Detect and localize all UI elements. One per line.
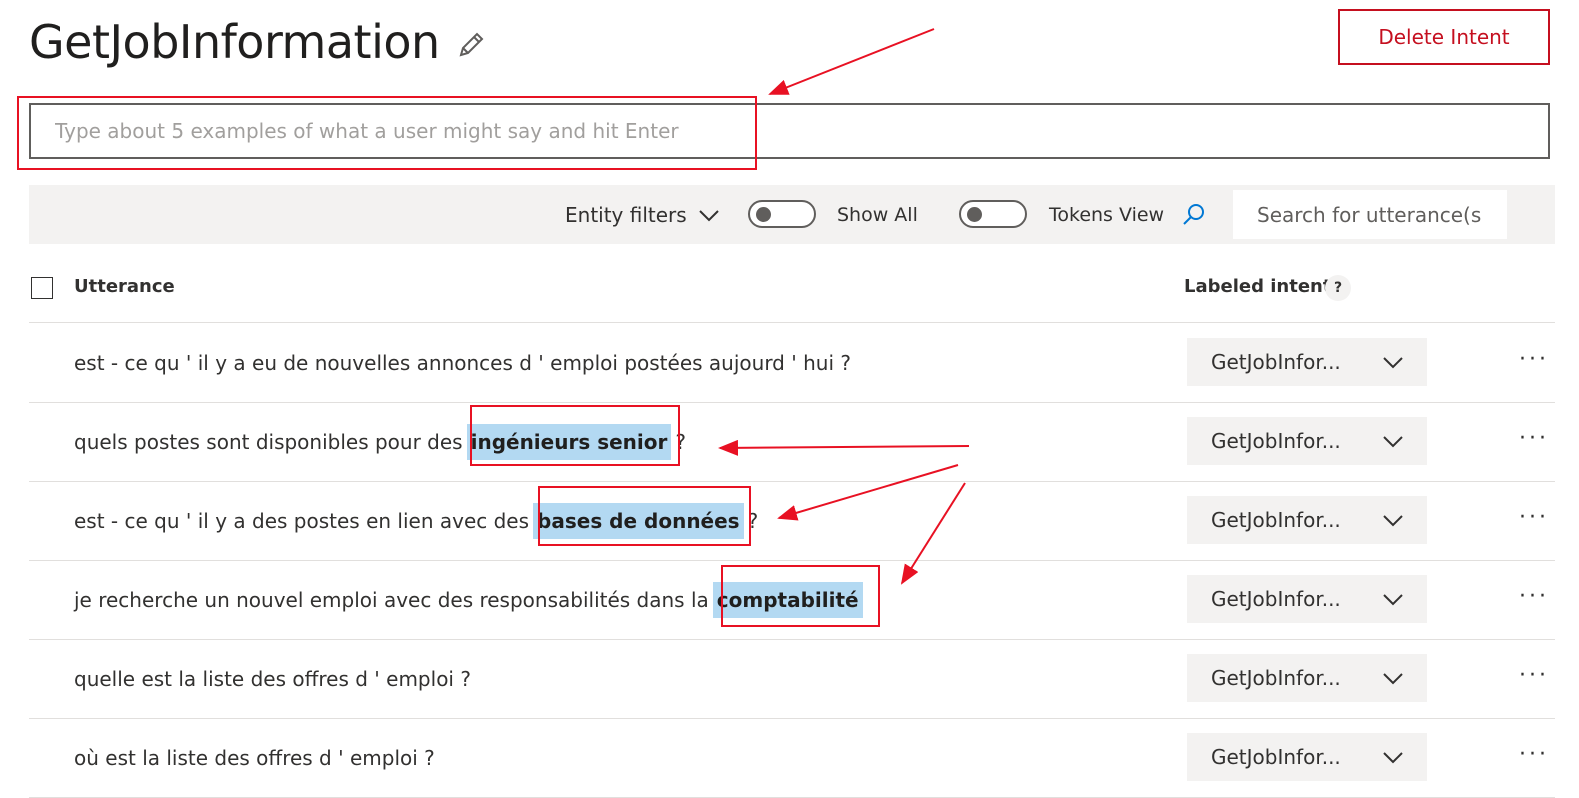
labeled-intent-dropdown[interactable]: GetJobInfor... (1187, 575, 1427, 623)
toggle-knob (756, 207, 771, 222)
chevron-down-icon (1383, 594, 1403, 606)
utterance-search-input[interactable] (1233, 190, 1507, 239)
labeled-intent-dropdown[interactable]: GetJobInfor... (1187, 496, 1427, 544)
utterance-text: est - ce qu ' il y a des postes en lien … (74, 481, 758, 560)
utterance-toolbar: Entity filters Show All Tokens View (29, 185, 1555, 244)
labeled-intent-dropdown[interactable]: GetJobInfor... (1187, 733, 1427, 781)
intent-value: GetJobInfor... (1211, 429, 1341, 453)
more-options-icon[interactable]: ··· (1519, 742, 1549, 767)
example-utterance-input[interactable] (29, 103, 1550, 159)
tokens-view-toggle[interactable] (959, 200, 1027, 228)
more-options-icon[interactable]: ··· (1519, 663, 1549, 688)
labeled-intent-dropdown[interactable]: GetJobInfor... (1187, 654, 1427, 702)
entity-label[interactable]: bases de données (533, 502, 744, 539)
table-row: est - ce qu ' il y a des postes en lien … (29, 481, 1555, 561)
utterance-segment: ? (747, 508, 759, 533)
labeled-intent-column-header: Labeled intent (1184, 276, 1332, 297)
entity-filters-label: Entity filters (565, 202, 687, 227)
utterance-text: quelle est la liste des offres d ' emplo… (74, 639, 471, 718)
chevron-down-icon (1383, 515, 1403, 527)
intent-value: GetJobInfor... (1211, 508, 1341, 532)
utterance-segment: est - ce qu ' il y a eu de nouvelles ann… (74, 350, 851, 375)
chevron-down-icon (1383, 436, 1403, 448)
table-row: quels postes sont disponibles pour des in… (29, 402, 1555, 482)
intent-value: GetJobInfor... (1211, 666, 1341, 690)
toggle-knob (967, 207, 982, 222)
table-row: où est la liste des offres d ' emploi ? … (29, 718, 1555, 798)
chevron-down-icon (1383, 752, 1403, 764)
more-options-icon[interactable]: ··· (1519, 505, 1549, 530)
utterance-segment: est - ce qu ' il y a des postes en lien … (74, 508, 530, 533)
table-row: est - ce qu ' il y a eu de nouvelles ann… (29, 323, 1555, 403)
intent-value: GetJobInfor... (1211, 745, 1341, 769)
labeled-intent-dropdown[interactable]: GetJobInfor... (1187, 417, 1427, 465)
utterance-text: est - ce qu ' il y a eu de nouvelles ann… (74, 323, 851, 402)
utterance-column-header: Utterance (74, 276, 175, 297)
search-icon[interactable] (1181, 202, 1207, 228)
table-row: je recherche un nouvel emploi avec des r… (29, 560, 1555, 640)
utterance-segment: où est la liste des offres d ' emploi ? (74, 745, 435, 770)
intent-value: GetJobInfor... (1211, 350, 1341, 374)
chevron-down-icon (1383, 673, 1403, 685)
annotation-arrow (768, 28, 935, 95)
entity-label[interactable]: comptabilité (712, 581, 863, 618)
select-all-checkbox[interactable] (31, 277, 53, 299)
delete-intent-button[interactable]: Delete Intent (1338, 9, 1550, 65)
show-all-label: Show All (837, 203, 918, 226)
more-options-icon[interactable]: ··· (1519, 584, 1549, 609)
page-title: GetJobInformation (29, 15, 440, 69)
utterance-text: je recherche un nouvel emploi avec des r… (74, 560, 867, 639)
tokens-view-label: Tokens View (1049, 203, 1165, 226)
chevron-down-icon (698, 209, 719, 221)
entity-label[interactable]: ingénieurs senior (466, 423, 672, 460)
utterance-segment: je recherche un nouvel emploi avec des r… (74, 587, 709, 612)
utterance-text: où est la liste des offres d ' emploi ? (74, 718, 435, 797)
chevron-down-icon (1383, 357, 1403, 369)
intent-value: GetJobInfor... (1211, 587, 1341, 611)
utterance-text: quels postes sont disponibles pour des in… (74, 402, 686, 481)
table-row: quelle est la liste des offres d ' emplo… (29, 639, 1555, 719)
utterance-segment: quelle est la liste des offres d ' emplo… (74, 666, 471, 691)
show-all-toggle[interactable] (748, 200, 816, 228)
pencil-icon[interactable] (455, 29, 487, 61)
labeled-intent-dropdown[interactable]: GetJobInfor... (1187, 338, 1427, 386)
utterance-segment: quels postes sont disponibles pour des (74, 429, 463, 454)
more-options-icon[interactable]: ··· (1519, 347, 1549, 372)
more-options-icon[interactable]: ··· (1519, 426, 1549, 451)
table-header: Utterance Labeled intent ? (29, 262, 1555, 323)
help-icon[interactable]: ? (1325, 275, 1351, 301)
entity-filters-dropdown[interactable]: Entity filters (565, 185, 721, 244)
utterance-segment: ? (675, 429, 686, 454)
